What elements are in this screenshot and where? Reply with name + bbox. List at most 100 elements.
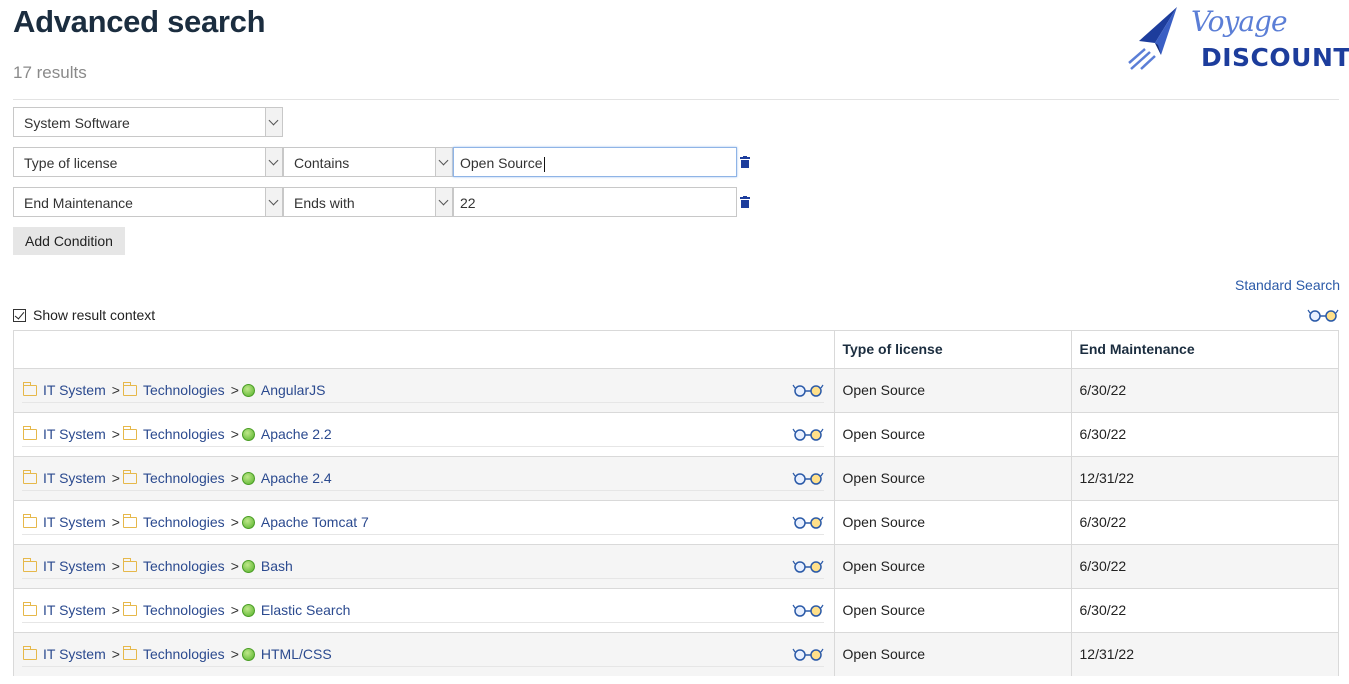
path-separator: >	[111, 558, 120, 574]
folder-icon	[23, 646, 37, 661]
chevron-down-icon[interactable]	[435, 188, 452, 216]
chevron-down-icon[interactable]	[265, 188, 282, 216]
path-link-item[interactable]: HTML/CSS	[261, 646, 332, 662]
glasses-icon[interactable]	[792, 383, 824, 397]
path-separator: >	[230, 514, 239, 530]
item-status-icon	[241, 603, 255, 617]
folder-icon	[122, 602, 137, 616]
paper-plane-icon	[1128, 7, 1177, 70]
path-separator: >	[111, 514, 120, 530]
path-separator: >	[111, 470, 120, 486]
path-link-technologies[interactable]: Technologies	[143, 646, 225, 662]
add-condition-button[interactable]: Add Condition	[13, 227, 125, 255]
path-link-technologies[interactable]: Technologies	[143, 558, 225, 574]
table-row: IT System > Technologies > AngularJS Open Sou…	[14, 367, 1338, 412]
page-title: Advanced search	[13, 4, 266, 39]
path-link-item[interactable]: Apache Tomcat 7	[261, 514, 369, 530]
path-cell: IT System > Technologies > HTML/CSS	[14, 631, 835, 676]
column-header-end-maintenance[interactable]: End Maintenance	[1071, 331, 1338, 369]
glasses-icon[interactable]	[792, 471, 824, 485]
path-separator: >	[230, 470, 239, 486]
folder-icon	[122, 558, 137, 572]
condition-2-field-value: End Maintenance	[24, 195, 133, 211]
chevron-down-icon[interactable]	[435, 148, 452, 176]
path-link-technologies[interactable]: Technologies	[143, 514, 225, 530]
standard-search-link[interactable]: Standard Search	[1235, 277, 1340, 293]
folder-icon	[23, 426, 37, 440]
folder-icon	[122, 382, 137, 396]
path-link-technologies[interactable]: Technologies	[143, 426, 225, 442]
path-link-it-system[interactable]: IT System	[43, 514, 106, 530]
path-link-it-system[interactable]: IT System	[43, 382, 106, 398]
item-status-icon	[241, 427, 255, 441]
condition-1-operator-value: Contains	[294, 155, 350, 171]
logo-script-text: Voyage	[1191, 5, 1288, 38]
condition-2-field-select[interactable]: End Maintenance	[13, 187, 283, 217]
trash-icon[interactable]	[740, 196, 750, 208]
table-header-row: Type of license End Maintenance	[14, 331, 1338, 369]
item-status-icon	[241, 559, 255, 573]
item-status-icon	[241, 647, 255, 661]
condition-2-operator-value: Ends with	[294, 195, 355, 211]
end-maintenance-cell: 6/30/22	[1071, 543, 1338, 588]
table-row: IT System > Technologies > Apache Tomcat 7 Op…	[14, 499, 1338, 544]
path-link-it-system[interactable]: IT System	[43, 646, 106, 662]
glasses-icon[interactable]	[792, 427, 824, 441]
row-divider	[22, 666, 824, 667]
trash-icon[interactable]	[740, 156, 750, 168]
path-link-it-system[interactable]: IT System	[43, 426, 106, 442]
item-status-icon	[241, 383, 255, 397]
glasses-icon[interactable]	[792, 603, 824, 617]
show-context-toggle[interactable]: Show result context	[13, 307, 155, 323]
path-link-technologies[interactable]: Technologies	[143, 470, 225, 486]
license-cell: Open Source	[834, 631, 1072, 676]
path-link-technologies[interactable]: Technologies	[143, 382, 225, 398]
end-maintenance-cell: 6/30/22	[1071, 367, 1338, 412]
path-separator: >	[230, 426, 239, 442]
brand-logo: Voyage DISCOUNT	[1125, 5, 1349, 75]
path-link-item[interactable]: Apache 2.2	[261, 426, 332, 442]
table-row: IT System > Technologies > Bash Open Source 6/…	[14, 543, 1338, 588]
folder-icon	[23, 602, 37, 616]
column-header-path	[14, 331, 835, 369]
path-separator: >	[111, 382, 120, 398]
license-cell: Open Source	[834, 411, 1072, 456]
path-link-item[interactable]: Elastic Search	[261, 602, 350, 618]
glasses-icon[interactable]	[1307, 308, 1339, 322]
path-link-item[interactable]: AngularJS	[261, 382, 326, 398]
path-link-it-system[interactable]: IT System	[43, 558, 106, 574]
path-cell: IT System > Technologies > Apache Tomcat 7	[14, 499, 835, 544]
path-link-it-system[interactable]: IT System	[43, 602, 106, 618]
folder-icon	[23, 470, 37, 484]
path-link-it-system[interactable]: IT System	[43, 470, 106, 486]
result-count: 17 results	[13, 63, 87, 82]
end-maintenance-cell: 6/30/22	[1071, 499, 1338, 544]
row-divider	[22, 445, 824, 447]
license-cell: Open Source	[834, 367, 1072, 412]
glasses-icon[interactable]	[792, 559, 824, 573]
path-link-technologies[interactable]: Technologies	[143, 602, 225, 618]
chevron-down-icon[interactable]	[265, 148, 282, 176]
condition-1-field-select[interactable]: Type of license	[13, 147, 283, 177]
row-divider	[22, 533, 824, 535]
folder-icon	[122, 646, 137, 661]
condition-2-operator-select[interactable]: Ends with	[283, 187, 453, 217]
table-row: IT System > Technologies > Elastic Search Ope…	[14, 587, 1338, 632]
path-link-item[interactable]: Apache 2.4	[261, 470, 332, 486]
condition-2-value-input[interactable]: 22	[453, 187, 737, 217]
column-header-license[interactable]: Type of license	[834, 331, 1072, 369]
folder-icon	[23, 558, 37, 572]
path-link-item[interactable]: Bash	[261, 558, 293, 574]
show-context-checkbox[interactable]	[13, 308, 26, 322]
chevron-down-icon[interactable]	[265, 108, 282, 136]
path-separator: >	[111, 426, 120, 442]
condition-1-operator-select[interactable]: Contains	[283, 147, 453, 177]
condition-1-value-input[interactable]: Open Source	[453, 147, 737, 177]
folder-icon	[122, 426, 137, 440]
glasses-icon[interactable]	[792, 647, 824, 661]
path-cell: IT System > Technologies > Apache 2.4	[14, 455, 835, 500]
glasses-icon[interactable]	[792, 515, 824, 529]
category-select[interactable]: System Software	[13, 107, 283, 137]
license-cell: Open Source	[834, 455, 1072, 500]
path-cell: IT System > Technologies > Apache 2.2	[14, 411, 835, 456]
